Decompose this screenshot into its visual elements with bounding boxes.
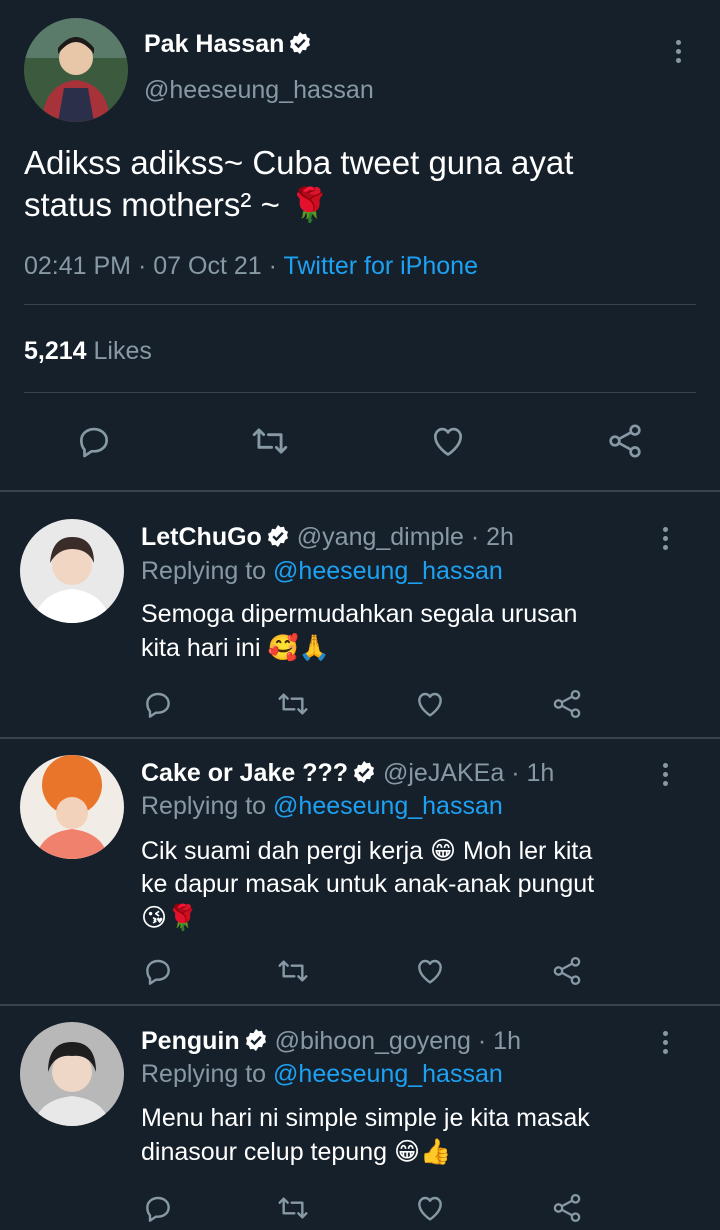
replying-to: Replying to @heeseung_hassan <box>141 1060 503 1089</box>
verified-badge-icon <box>354 761 375 783</box>
replying-to-label: Replying to <box>141 792 267 820</box>
replying-to-label: Replying to <box>141 557 267 585</box>
like-icon[interactable] <box>413 955 447 987</box>
like-icon[interactable] <box>413 1192 447 1224</box>
meta-separator: · <box>511 759 520 787</box>
replying-to: Replying to @heeseung_hassan <box>141 792 503 821</box>
reply-line2-text: dinasour celup tepung <box>141 1138 388 1166</box>
main-tweet-line2: status mothers² ~ 🌹 <box>24 184 704 226</box>
reply-author-name[interactable]: Penguin <box>141 1027 240 1055</box>
main-tweet-text: Adikss adikss~ Cuba tweet guna ayat stat… <box>24 142 704 226</box>
replying-to-label: Replying to <box>141 1060 267 1088</box>
likes-count: 5,214 <box>24 337 87 365</box>
replying-to: Replying to @heeseung_hassan <box>141 557 503 586</box>
rose-emoji: 🌹 <box>289 185 331 224</box>
reply-icon[interactable] <box>142 955 174 987</box>
tweet-date: 07 Oct 21 <box>153 252 262 280</box>
divider <box>24 304 696 305</box>
reply-line2: ke dapur masak untuk anak-anak pungut <box>141 870 595 898</box>
verified-badge-icon <box>290 32 311 54</box>
meta-separator: · <box>137 252 147 280</box>
reply-line2: kita hari ini 🥰🙏 <box>141 631 701 665</box>
replying-to-handle[interactable]: @heeseung_hassan <box>273 1060 503 1088</box>
reply-header: Cake or Jake ??? @jeJAKEa · 1h <box>141 759 554 788</box>
reply-time: 1h <box>493 1027 521 1055</box>
retweet-icon[interactable] <box>275 955 311 987</box>
reply-text: Cik suami dah pergi kerja 😁 Moh ler kita… <box>141 835 701 934</box>
like-icon[interactable] <box>413 688 447 720</box>
divider <box>0 490 720 492</box>
reply-author-name[interactable]: Cake or Jake ??? <box>141 759 348 787</box>
likes-label: Likes <box>93 337 152 365</box>
author-name-text: Pak Hassan <box>144 30 285 58</box>
share-icon[interactable] <box>605 421 645 461</box>
like-icon[interactable] <box>428 422 468 460</box>
reply-handle[interactable]: @yang_dimple <box>297 523 464 551</box>
reply-icon[interactable] <box>142 1192 174 1224</box>
replying-to-handle[interactable]: @heeseung_hassan <box>273 792 503 820</box>
divider <box>24 392 696 393</box>
tweet-time: 02:41 PM <box>24 252 132 280</box>
reply-emoji: 😘🌹 <box>141 903 199 932</box>
more-options-icon[interactable] <box>662 1031 670 1058</box>
divider <box>0 737 720 739</box>
reply-handle[interactable]: @bihoon_goyeng <box>275 1027 471 1055</box>
main-author-handle[interactable]: @heeseung_hassan <box>144 76 374 105</box>
tweet-source-link[interactable]: Twitter for iPhone <box>283 252 478 280</box>
reply-time: 2h <box>486 523 514 551</box>
more-options-icon[interactable] <box>662 763 670 790</box>
reply-emoji: 😁👍 <box>393 1137 452 1166</box>
meta-separator: · <box>477 1027 487 1055</box>
tweet-meta: 02:41 PM · 07 Oct 21 · Twitter for iPhon… <box>24 252 478 281</box>
main-tweet-line1: Adikss adikss~ Cuba tweet guna ayat <box>24 144 574 181</box>
verified-badge-icon <box>267 525 288 547</box>
reply-line1: Cik suami dah pergi kerja 😁 Moh ler kita <box>141 837 593 865</box>
main-tweet-line2-text: status mothers² ~ <box>24 186 280 223</box>
retweet-icon[interactable] <box>275 688 311 720</box>
reply-author-name[interactable]: LetChuGo <box>141 523 262 551</box>
reply-line2-text: kita hari ini <box>141 634 261 662</box>
main-author-avatar[interactable] <box>24 18 128 122</box>
meta-separator: · <box>268 252 277 280</box>
reply-avatar[interactable] <box>20 519 124 623</box>
reply-line1: Menu hari ni simple simple je kita masak <box>141 1104 590 1132</box>
reply-header: Penguin @bihoon_goyeng · 1h <box>141 1027 521 1056</box>
share-icon[interactable] <box>550 1191 584 1225</box>
reply-avatar[interactable] <box>20 755 124 859</box>
retweet-icon[interactable] <box>275 1192 311 1224</box>
meta-separator: · <box>470 523 480 551</box>
reply-icon[interactable] <box>75 422 113 460</box>
reply-emoji: 🥰🙏 <box>267 633 330 662</box>
reply-avatar[interactable] <box>20 1022 124 1126</box>
reply-text: Semoga dipermudahkan segala urusan kita … <box>141 598 701 665</box>
share-icon[interactable] <box>550 954 584 988</box>
verified-badge-icon <box>245 1029 266 1051</box>
replying-to-handle[interactable]: @heeseung_hassan <box>273 557 503 585</box>
main-author-name[interactable]: Pak Hassan <box>144 30 312 59</box>
reply-line2: dinasour celup tepung 😁👍 <box>141 1135 701 1169</box>
reply-header: LetChuGo @yang_dimple · 2h <box>141 523 514 552</box>
reply-time: 1h <box>526 759 555 787</box>
more-options-icon[interactable] <box>662 527 670 554</box>
likes-stat[interactable]: 5,214 Likes <box>24 337 152 366</box>
share-icon[interactable] <box>550 687 584 721</box>
reply-icon[interactable] <box>142 688 174 720</box>
divider <box>0 1004 720 1006</box>
reply-handle[interactable]: @jeJAKEa <box>383 759 504 787</box>
more-options-icon[interactable] <box>675 40 683 67</box>
reply-line1: Semoga dipermudahkan segala urusan <box>141 600 578 628</box>
reply-text: Menu hari ni simple simple je kita masak… <box>141 1102 701 1169</box>
retweet-icon[interactable] <box>248 422 292 460</box>
